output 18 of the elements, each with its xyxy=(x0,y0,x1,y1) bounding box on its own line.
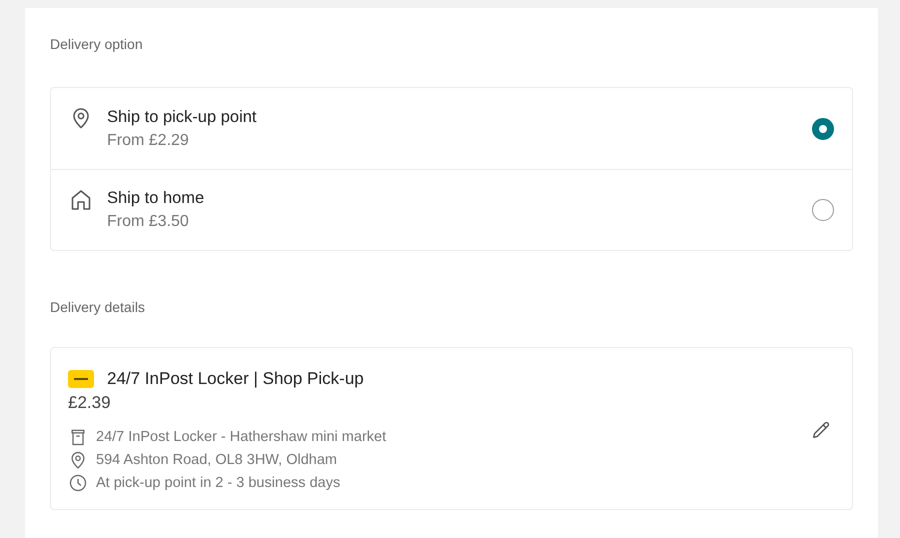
option-price: From £3.50 xyxy=(107,212,189,232)
section-heading: Delivery details xyxy=(50,299,145,317)
option-title: Ship to home xyxy=(107,188,204,209)
carrier-logo-icon xyxy=(68,370,94,388)
house-icon xyxy=(69,188,93,212)
detail-text: At pick-up point in 2 - 3 business days xyxy=(96,474,340,493)
delivery-option[interactable]: Ship to home From £3.50 xyxy=(51,169,852,250)
section-heading: Delivery option xyxy=(50,36,143,54)
radio-button[interactable] xyxy=(812,118,834,140)
service-price: £2.39 xyxy=(68,392,111,414)
detail-text: 24/7 InPost Locker - Hathershaw mini market xyxy=(96,428,386,447)
option-price: From £2.29 xyxy=(107,130,189,150)
detail-text: 594 Ashton Road, OL8 3HW, Oldham xyxy=(96,451,337,470)
service-title: 24/7 InPost Locker | Shop Pick-up xyxy=(107,368,364,390)
radio-button[interactable] xyxy=(812,199,834,221)
delivery-option[interactable]: Ship to pick-up point From £2.29 xyxy=(51,88,852,169)
option-title: Ship to pick-up point xyxy=(107,106,257,128)
clock-icon xyxy=(68,473,88,493)
